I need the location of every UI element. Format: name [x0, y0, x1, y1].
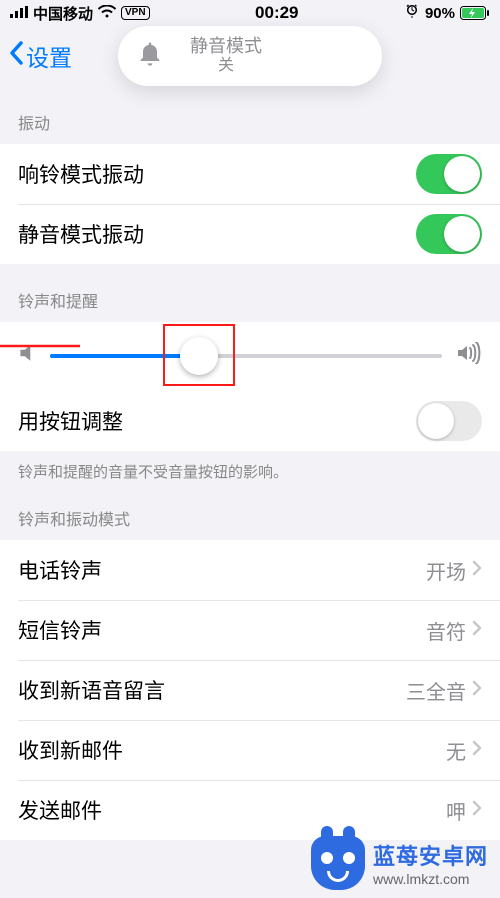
row-label: 收到新语音留言 [18, 675, 165, 705]
section-header-ringer: 铃声和提醒 [0, 264, 500, 322]
back-label: 设置 [26, 39, 72, 73]
banner-sub: 关 [190, 57, 262, 75]
volume-slider-thumb[interactable] [180, 337, 218, 375]
row-label: 用按钮调整 [18, 406, 123, 436]
row-value: 无 [446, 736, 466, 765]
volume-slider-fill [50, 354, 199, 358]
group-patterns: 电话铃声 开场 短信铃声 音符 收到新语音留言 三全音 收到新邮件 无 发送邮件 [0, 540, 500, 840]
row-value: 呷 [446, 796, 466, 825]
group-change-with-buttons: 用按钮调整 [0, 391, 500, 451]
chevron-left-icon [8, 41, 24, 71]
row-value: 三全音 [406, 676, 466, 705]
status-right: 90% [404, 3, 490, 23]
battery-pct: 90% [425, 5, 455, 22]
volume-slider-row [0, 322, 500, 391]
row-ring-vibrate[interactable]: 响铃模式振动 [0, 144, 500, 204]
watermark-url: www.lmkzt.com [373, 871, 488, 887]
chevron-right-icon [472, 618, 482, 642]
section-header-vibrate: 振动 [0, 86, 500, 144]
chevron-right-icon [472, 558, 482, 582]
watermark-name: 蓝苺安卓网 [373, 839, 488, 871]
chevron-right-icon [472, 798, 482, 822]
status-bar: 中国移动 VPN 00:29 90% [0, 0, 500, 26]
row-label: 响铃模式振动 [18, 159, 144, 189]
bell-icon [136, 40, 164, 73]
content: 振动 响铃模式振动 静音模式振动 铃声和提醒 [0, 86, 500, 898]
group-vibrate: 响铃模式振动 静音模式振动 [0, 144, 500, 264]
row-change-with-buttons[interactable]: 用按钮调整 [0, 391, 500, 451]
row-new-mail[interactable]: 收到新邮件 无 [0, 720, 500, 780]
vpn-badge: VPN [121, 6, 150, 20]
row-label: 短信铃声 [18, 615, 102, 645]
section-footer-ringer: 铃声和提醒的音量不受音量按钮的影响。 [0, 451, 500, 482]
speaker-low-icon [18, 342, 36, 369]
row-label: 静音模式振动 [18, 219, 144, 249]
switch-silent-vibrate[interactable] [416, 214, 482, 254]
row-ringtone[interactable]: 电话铃声 开场 [0, 540, 500, 600]
row-silent-vibrate[interactable]: 静音模式振动 [0, 204, 500, 264]
chevron-right-icon [472, 678, 482, 702]
row-value: 开场 [426, 556, 466, 585]
row-value: 音符 [426, 616, 466, 645]
battery-icon [460, 6, 490, 20]
row-sent-mail[interactable]: 发送邮件 呷 [0, 780, 500, 840]
section-header-patterns: 铃声和振动模式 [0, 482, 500, 540]
alarm-icon [404, 3, 420, 23]
silent-mode-banner: 静音模式 关 [118, 26, 382, 86]
chevron-right-icon [472, 738, 482, 762]
wifi-icon [98, 5, 116, 22]
speaker-high-icon [456, 342, 482, 369]
annotation-arrow-icon [0, 338, 80, 354]
signal-icon [10, 5, 28, 22]
status-time: 00:29 [255, 3, 298, 23]
switch-ring-vibrate[interactable] [416, 154, 482, 194]
watermark-logo-icon [311, 836, 365, 890]
watermark: 蓝苺安卓网 www.lmkzt.com [311, 836, 488, 890]
row-label: 收到新邮件 [18, 735, 123, 765]
carrier-label: 中国移动 [33, 3, 93, 24]
row-label: 电话铃声 [18, 555, 102, 585]
back-button[interactable]: 设置 [8, 39, 72, 73]
volume-slider[interactable] [50, 354, 442, 358]
banner-title: 静音模式 [190, 36, 262, 57]
status-left: 中国移动 VPN [10, 3, 150, 24]
row-new-voicemail[interactable]: 收到新语音留言 三全音 [0, 660, 500, 720]
switch-change-with-buttons[interactable] [416, 401, 482, 441]
row-label: 发送邮件 [18, 795, 102, 825]
row-text-tone[interactable]: 短信铃声 音符 [0, 600, 500, 660]
